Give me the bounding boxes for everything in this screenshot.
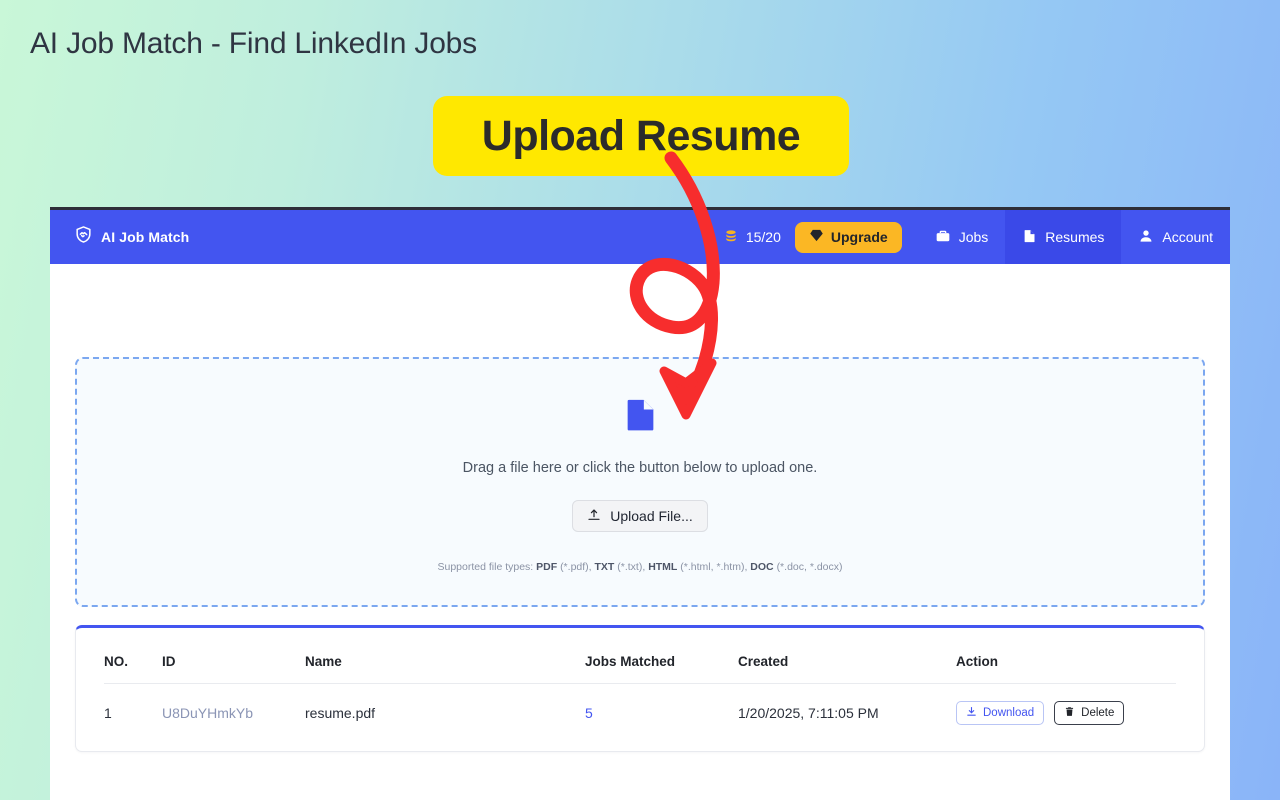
cell-no: 1 — [104, 705, 112, 721]
upgrade-button-label: Upgrade — [830, 229, 888, 245]
person-icon — [1138, 228, 1154, 247]
column-header-name: Name — [305, 628, 585, 684]
resumes-table-card: NO. ID Name Jobs Matched Created Action … — [75, 625, 1205, 752]
supported-type-name: DOC — [750, 561, 774, 573]
cell-id[interactable]: U8DuYHmkYb — [162, 684, 305, 752]
document-icon — [1022, 228, 1037, 247]
credits-value: 15/20 — [745, 229, 781, 245]
callout-badge-label: Upload Resume — [481, 111, 801, 160]
trash-icon — [1064, 706, 1075, 720]
nav-item-account[interactable]: Account — [1121, 210, 1230, 264]
briefcase-icon — [935, 228, 951, 247]
brand-name: AI Job Match — [101, 229, 190, 245]
resumes-table: NO. ID Name Jobs Matched Created Action … — [104, 628, 1176, 751]
delete-button[interactable]: Delete — [1054, 701, 1125, 725]
credits-indicator[interactable]: 15/20 — [709, 210, 795, 264]
page-title: AI Job Match - Find LinkedIn Jobs — [30, 27, 477, 60]
supported-type-name: PDF — [536, 561, 558, 573]
column-header-created: Created — [738, 628, 956, 684]
content-area: Drag a file here or click the button bel… — [50, 357, 1230, 800]
nav-item-jobs[interactable]: Jobs — [918, 210, 1006, 264]
column-header-no: NO. — [104, 628, 162, 684]
callout-badge: Upload Resume — [433, 96, 849, 176]
coins-icon — [723, 228, 739, 247]
supported-file-types: Supported file types: PDF (*.pdf), TXT (… — [437, 561, 842, 573]
row-actions: Download Delete — [956, 701, 1176, 725]
supported-type-exts: (*.doc, *.docx) — [776, 561, 843, 573]
navbar-right: 15/20 Upgrade Jobs Resumes Account — [709, 210, 1230, 264]
column-header-jobs-matched: Jobs Matched — [585, 628, 738, 684]
upload-dropzone[interactable]: Drag a file here or click the button bel… — [75, 357, 1205, 607]
cell-created: 1/20/2025, 7:11:05 PM — [738, 705, 879, 721]
dropzone-hint: Drag a file here or click the button bel… — [462, 460, 818, 476]
delete-button-label: Delete — [1081, 707, 1115, 719]
supported-type-name: HTML — [648, 561, 678, 573]
upload-file-button-label: Upload File... — [610, 508, 693, 524]
app-window: AI Job Match 15/20 Upgrade Jobs Resumes … — [50, 207, 1230, 800]
column-header-id: ID — [162, 628, 305, 684]
shield-handshake-icon — [74, 225, 93, 249]
upgrade-button[interactable]: Upgrade — [794, 221, 902, 253]
upload-file-button[interactable]: Upload File... — [572, 500, 708, 532]
table-header-row: NO. ID Name Jobs Matched Created Action — [104, 628, 1176, 684]
supported-type-exts: (*.html, *.htm), — [680, 561, 748, 573]
supported-type-name: TXT — [594, 561, 615, 573]
column-header-action: Action — [956, 628, 1176, 684]
nav-item-label: Jobs — [958, 229, 989, 245]
nav-item-label: Resumes — [1045, 229, 1105, 245]
download-button-label: Download — [983, 707, 1035, 719]
brand[interactable]: AI Job Match — [50, 210, 189, 264]
navbar: AI Job Match 15/20 Upgrade Jobs Resumes … — [50, 210, 1230, 264]
cell-action: Download Delete — [956, 684, 1176, 752]
cell-name: resume.pdf — [305, 705, 376, 721]
table-row: 1 U8DuYHmkYb resume.pdf 5 1/20/2025, 7:1… — [104, 684, 1176, 752]
supported-prefix: Supported file types: — [437, 561, 534, 573]
download-icon — [966, 706, 977, 720]
gem-icon — [809, 228, 824, 246]
cell-jobs-matched[interactable]: 5 — [585, 684, 738, 752]
document-icon — [625, 397, 656, 438]
nav-item-resumes[interactable]: Resumes — [1005, 210, 1122, 264]
supported-type-exts: (*.txt), — [617, 561, 646, 573]
nav-item-label: Account — [1162, 229, 1213, 245]
supported-type-exts: (*.pdf), — [560, 561, 592, 573]
upload-icon — [587, 508, 601, 525]
download-button[interactable]: Download — [956, 701, 1045, 725]
